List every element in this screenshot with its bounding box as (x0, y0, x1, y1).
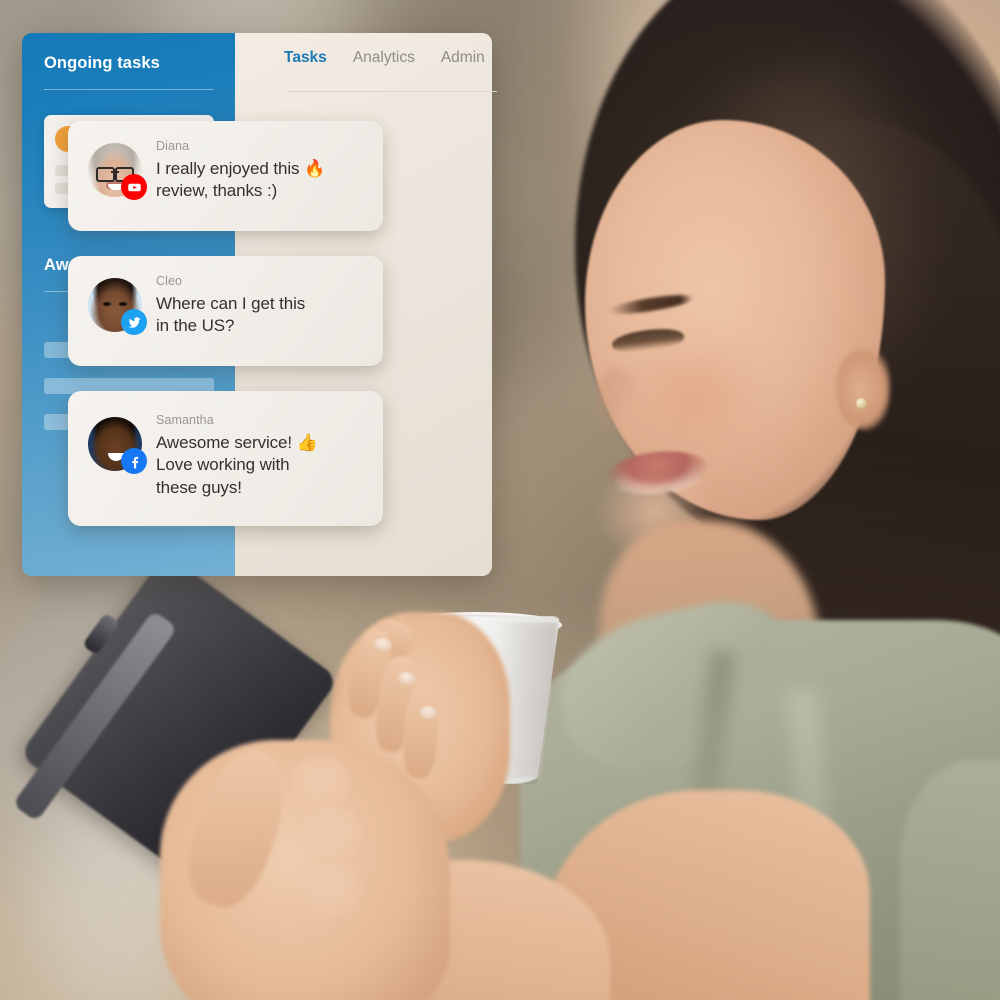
message-body: Samantha Awesome service! 👍 Love working… (156, 413, 369, 499)
woman-nose (596, 368, 644, 440)
message-card[interactable]: Samantha Awesome service! 👍 Love working… (68, 391, 383, 526)
avatar-wrapper (88, 143, 147, 200)
message-body: Cleo Where can I get this in the US? (156, 274, 369, 338)
tab-analytics[interactable]: Analytics (353, 49, 415, 67)
avatar-eye (119, 302, 127, 306)
message-text-line: these guys! (156, 477, 242, 497)
message-text-line: I really enjoyed this 🔥 (156, 159, 326, 178)
sidebar-section-title-ongoing: Ongoing tasks (44, 54, 160, 72)
message-text-line: Love working with (156, 455, 290, 475)
message-author: Cleo (156, 274, 183, 288)
twitter-icon (121, 309, 147, 335)
message-card[interactable]: Cleo Where can I get this in the US? (68, 256, 383, 366)
woman-ear (836, 348, 890, 430)
message-text-line: review, thanks :) (156, 181, 278, 201)
avatar-eye (103, 302, 111, 306)
tab-admin[interactable]: Admin (441, 49, 485, 67)
app-window: Tasks Analytics Admin Ongoing tasks John… (22, 33, 497, 576)
tab-tasks[interactable]: Tasks (284, 49, 327, 67)
message-card[interactable]: Diana I really enjoyed this 🔥 review, th… (68, 121, 383, 231)
message-author: Diana (156, 139, 190, 153)
message-text: I really enjoyed this 🔥 review, thanks :… (156, 158, 369, 203)
knuckle (300, 806, 364, 860)
message-author: Samantha (156, 413, 214, 427)
sidebar-divider (44, 89, 214, 90)
knuckle (300, 862, 362, 916)
message-text-line: Where can I get this (156, 294, 306, 313)
earring (856, 398, 867, 409)
message-text: Awesome service! 👍 Love working with the… (156, 432, 369, 499)
tab-divider (287, 91, 497, 92)
facebook-icon (121, 448, 147, 474)
knuckle (290, 756, 352, 808)
message-text-line: in the US? (156, 316, 235, 336)
message-text: Where can I get this in the US? (156, 293, 369, 338)
avatar-wrapper (88, 278, 147, 335)
message-text-line: Awesome service! 👍 (156, 433, 318, 452)
message-body: Diana I really enjoyed this 🔥 review, th… (156, 139, 369, 203)
avatar-wrapper (88, 417, 147, 474)
youtube-icon (121, 174, 147, 200)
tab-bar: Tasks Analytics Admin (284, 49, 485, 67)
